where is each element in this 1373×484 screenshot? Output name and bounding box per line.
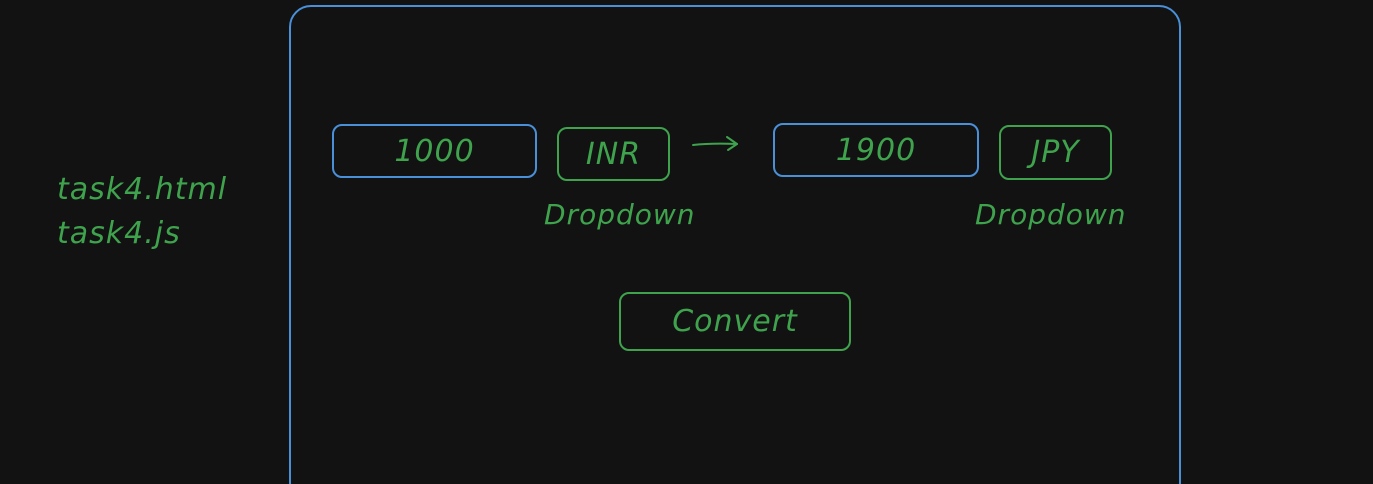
from-amount-value: 1000: [394, 133, 475, 169]
from-currency-dropdown[interactable]: INR: [557, 127, 670, 181]
from-dropdown-label: Dropdown: [544, 198, 696, 231]
converter-frame: [289, 5, 1181, 484]
arrow-right-icon: [692, 136, 738, 151]
to-currency-dropdown[interactable]: JPY: [999, 125, 1112, 180]
file-list: task4.html task4.js: [57, 168, 227, 256]
to-currency-value: JPY: [1031, 135, 1080, 170]
file-name-html: task4.html: [57, 172, 228, 207]
from-currency-value: INR: [585, 136, 642, 172]
from-amount-input[interactable]: 1000: [332, 124, 537, 178]
file-name-js: task4.js: [57, 216, 181, 251]
to-amount-value: 1900: [835, 132, 917, 168]
convert-button[interactable]: Convert: [619, 292, 851, 351]
to-dropdown-label: Dropdown: [975, 198, 1127, 231]
to-amount-output[interactable]: 1900: [773, 123, 979, 177]
